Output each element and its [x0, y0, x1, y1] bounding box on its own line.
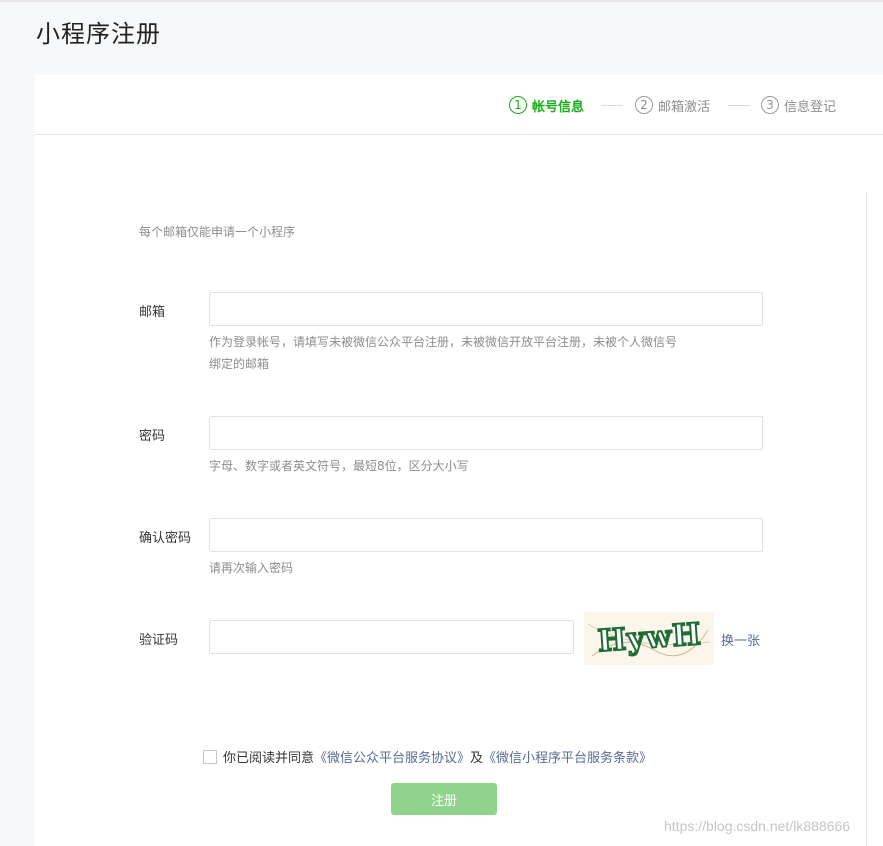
agreement-middle: 及 [470, 751, 484, 766]
page-title: 小程序注册 [36, 20, 161, 48]
registration-card: 1 帐号信息 2 邮箱激活 3 信息登记 每个邮箱仅能申请一个小程序 邮箱 作为… [35, 75, 883, 846]
password-input[interactable] [209, 416, 763, 450]
confirm-password-hint: 请再次输入密码 [209, 561, 294, 575]
step-label-info-registration: 信息登记 [784, 99, 837, 115]
step-number-2: 2 [635, 96, 653, 114]
password-label: 密码 [139, 429, 166, 444]
step-number-3: 3 [761, 96, 779, 114]
step-label-email-activation: 邮箱激活 [658, 99, 711, 115]
watermark: https://blog.csdn.net/lk888666 [664, 818, 851, 834]
form-tip: 每个邮箱仅能申请一个小程序 [139, 225, 296, 239]
captcha-input[interactable] [209, 620, 574, 654]
agreement-prefix: 你已阅读并同意 [223, 751, 315, 766]
email-hint-line2: 绑定的邮箱 [209, 357, 270, 371]
email-input[interactable] [209, 292, 763, 326]
step-info-registration: 3 信息登记 [761, 95, 836, 115]
captcha-label: 验证码 [139, 633, 179, 648]
mini-program-terms-link[interactable]: 《微信小程序平台服务条款》 [483, 747, 652, 766]
email-label: 邮箱 [139, 305, 166, 320]
step-separator [601, 105, 623, 106]
service-agreement-link[interactable]: 《微信公众平台服务协议》 [314, 747, 470, 766]
step-label-account-info: 帐号信息 [532, 99, 585, 115]
step-number-1: 1 [509, 96, 527, 114]
step-email-activation: 2 邮箱激活 [635, 95, 710, 115]
agreement-row: 你已阅读并同意 《微信公众平台服务协议》 及 《微信小程序平台服务条款》 [203, 747, 652, 766]
confirm-password-input[interactable] [209, 518, 763, 552]
email-hint-line1: 作为登录帐号，请填写未被微信公众平台注册，未被微信开放平台注册，未被个人微信号 [209, 335, 678, 349]
agreement-checkbox[interactable] [203, 749, 217, 764]
step-indicator: 1 帐号信息 2 邮箱激活 3 信息登记 [35, 75, 883, 135]
captcha-graphic: HywH [587, 616, 711, 660]
step-separator [728, 105, 750, 106]
register-button[interactable]: 注册 [391, 783, 497, 815]
refresh-captcha-link[interactable]: 换一张 [721, 630, 760, 649]
confirm-password-label: 确认密码 [139, 531, 192, 546]
step-account-info: 1 帐号信息 [509, 95, 584, 115]
top-rule [0, 0, 883, 2]
content-divider [866, 192, 867, 846]
password-hint: 字母、数字或者英文符号，最短8位，区分大小写 [209, 459, 469, 473]
captcha-text: HywH [597, 617, 703, 659]
captcha-image[interactable]: HywH [584, 612, 714, 665]
